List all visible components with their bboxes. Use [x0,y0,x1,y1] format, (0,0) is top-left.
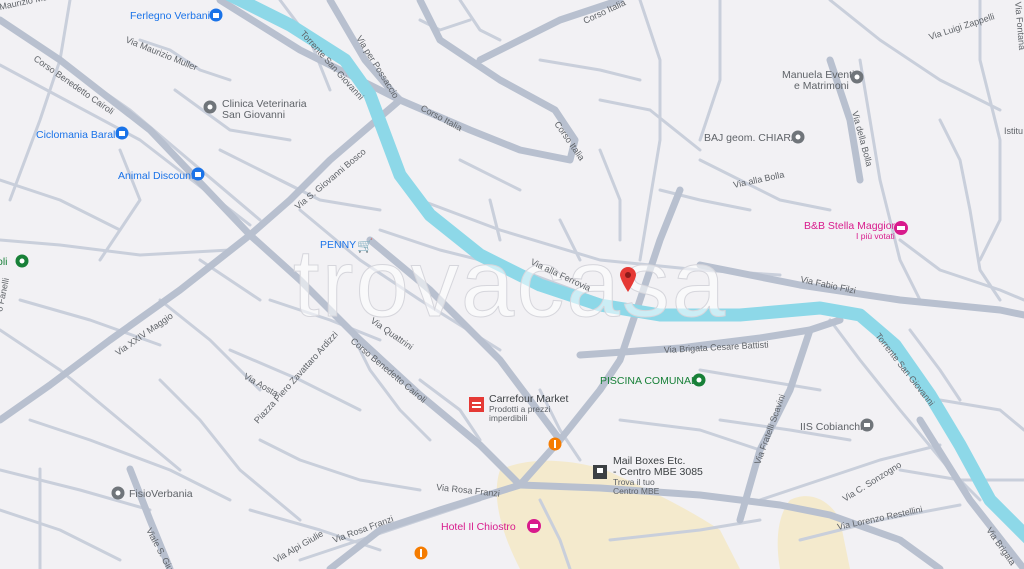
poi-label-fisio: FisioVerbania [129,488,193,500]
poi-label-iis: IIS Cobianchi [800,421,862,433]
poi-restaurant-2[interactable] [414,546,428,560]
poi-piscina[interactable]: PISCINA COMUNALE [600,373,706,388]
poi-label-animal-discount: Animal Discount [118,170,194,182]
poi-label-ferlegno: Ferlegno Verbania [130,10,216,22]
poi-ciclomania[interactable]: Ciclomania Barale [36,126,129,142]
street-label-istitu-fragment: Istitu [1004,126,1023,136]
poi-penny[interactable]: PENNY 🛒 [320,238,373,253]
poi-sublabel-mailboxes: Trova il tuo Centro MBE [613,477,660,496]
map-canvas[interactable]: trovacasa Maurizio Muller Via Maurizio M… [0,0,1024,569]
poi-label-baj: BAJ geom. CHIARA [704,132,798,144]
shopping-cart-icon[interactable]: 🛒 [357,238,373,253]
poi-label-left-edge: oli [0,256,8,268]
map-view[interactable]: trovacasa Maurizio Muller Via Maurizio M… [0,0,1024,569]
poi-sublabel-bnb: I più votati [856,231,895,241]
poi-ferlegno[interactable]: Ferlegno Verbania [130,8,223,23]
poi-animal-discount[interactable]: Animal Discount [118,167,205,183]
carrefour-logo-icon[interactable] [469,397,484,412]
poi-label-piscina: PISCINA COMUNALE [600,375,704,387]
poi-label-ciclomania: Ciclomania Barale [36,129,121,141]
poi-restaurant-1[interactable] [548,437,562,451]
poi-label-hotel: Hotel Il Chiostro [441,521,516,533]
poi-label-penny: PENNY [320,239,356,251]
poi-baj[interactable]: BAJ geom. CHIARA [704,130,805,145]
